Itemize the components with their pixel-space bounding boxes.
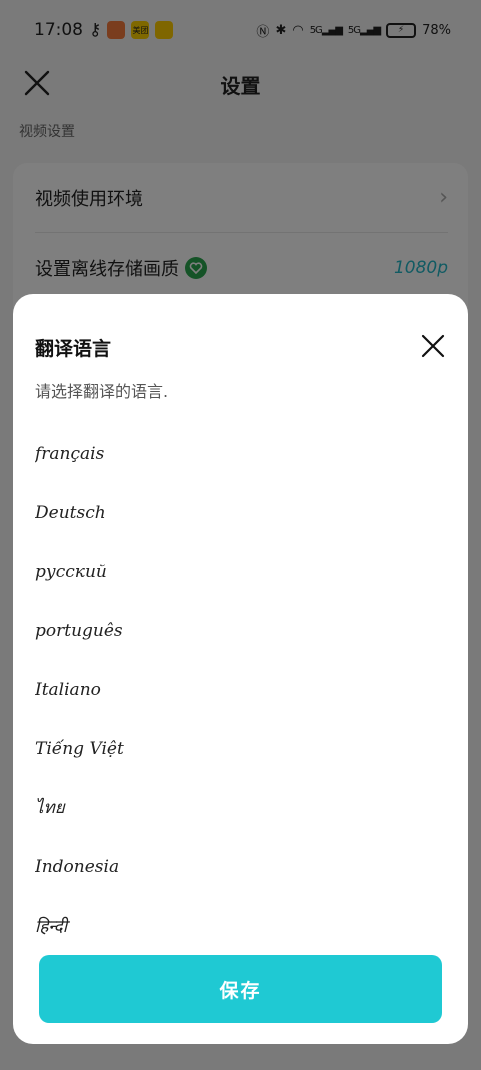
dialog-subtitle: 请选择翻译的语言. xyxy=(35,382,169,401)
language-option-thai[interactable]: ไทย xyxy=(35,778,445,837)
language-option-french[interactable]: français xyxy=(35,424,445,483)
language-option-italian[interactable]: Italiano xyxy=(35,660,445,719)
language-option-russian[interactable]: русский xyxy=(35,542,445,601)
language-option-hindi[interactable]: हिन्दी xyxy=(35,896,445,944)
dialog-title: 翻译语言 xyxy=(35,338,112,360)
language-list[interactable]: français Deutsch русский português Itali… xyxy=(35,424,445,944)
close-icon[interactable] xyxy=(421,334,445,358)
language-option-german[interactable]: Deutsch xyxy=(35,483,445,542)
save-button[interactable]: 保存 xyxy=(39,955,442,1023)
language-option-vietnamese[interactable]: Tiếng Việt xyxy=(35,719,445,778)
language-option-indonesian[interactable]: Indonesia xyxy=(35,837,445,896)
translation-language-dialog: 翻译语言 请选择翻译的语言. français Deutsch русский … xyxy=(13,294,468,1044)
language-option-portuguese[interactable]: português xyxy=(35,601,445,660)
